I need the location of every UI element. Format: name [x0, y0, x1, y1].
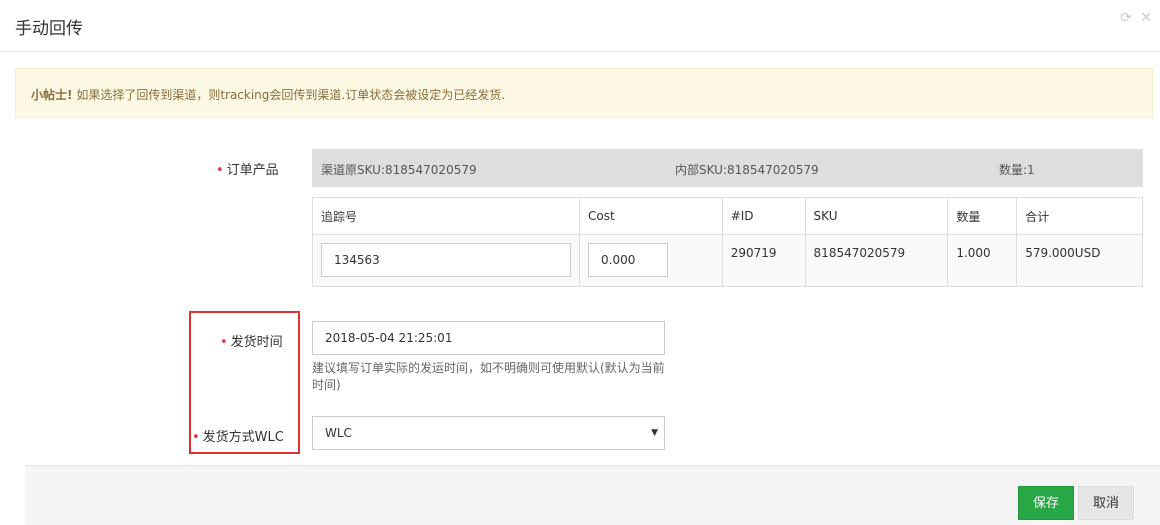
sku-quantity: 数量:1 [999, 163, 1035, 177]
sku-bar: 渠道原SKU:818547020579 内部SKU:818547020579 数… [312, 149, 1143, 187]
table-row: 134563 0.000 290719 818547020579 1.000 5… [312, 234, 1143, 287]
dialog-footer [25, 465, 1160, 525]
header-qty: 数量 [947, 197, 1018, 235]
highlight-box [189, 311, 300, 454]
header-id: #ID [721, 197, 806, 235]
tracking-cell: 134563 [312, 234, 580, 287]
tip-alert: 小帖士! 如果选择了回传到渠道，则tracking会回传到渠道.订单状态会被设定… [15, 68, 1153, 118]
ship-time-help: 建议填写订单实际的发运时间，如不明确则可使用默认(默认为当前时间) [312, 361, 665, 392]
qty-cell: 1.000 [947, 234, 1018, 287]
caret-down-icon: ▼ [651, 428, 658, 438]
save-button[interactable]: 保存 [1018, 486, 1074, 520]
ship-method-value: WLC [325, 426, 352, 440]
dialog-title: 手动回传 [15, 19, 83, 39]
items-table: 追踪号 Cost #ID SKU 数量 合计 134563 0.000 2907… [312, 197, 1143, 287]
refresh-icon[interactable]: ⟳ [1120, 10, 1132, 26]
ship-time-input[interactable]: 2018-05-04 21:25:01 [312, 321, 665, 355]
cancel-button[interactable]: 取消 [1078, 486, 1134, 520]
channel-sku: 渠道原SKU:818547020579 [321, 163, 477, 177]
required-mark: • [216, 163, 224, 178]
header-total: 合计 [1016, 197, 1143, 235]
cost-cell: 0.000 [579, 234, 723, 287]
id-cell: 290719 [721, 234, 806, 287]
close-icon[interactable]: ✕ [1140, 10, 1152, 26]
internal-sku: 内部SKU:818547020579 [675, 163, 819, 177]
tip-label: 小帖士! [31, 88, 73, 102]
cost-input[interactable]: 0.000 [588, 243, 668, 277]
tracking-number-input[interactable]: 134563 [321, 243, 571, 277]
table-header-row: 追踪号 Cost #ID SKU 数量 合计 [312, 197, 1143, 235]
total-cell: 579.000USD [1016, 234, 1143, 287]
manual-upload-dialog: 手动回传 ⟳ ✕ 小帖士! 如果选择了回传到渠道，则tracking会回传到渠道… [0, 0, 1160, 525]
header-tracking: 追踪号 [312, 197, 580, 235]
header-cost: Cost [579, 197, 723, 235]
header-sku: SKU [804, 197, 949, 235]
header-icons: ⟳ ✕ [1116, 10, 1152, 26]
order-product-label: • 订单产品 [216, 163, 279, 178]
sku-cell: 818547020579 [804, 234, 949, 287]
tip-message: 如果选择了回传到渠道，则tracking会回传到渠道.订单状态会被设定为已经发货… [76, 88, 506, 102]
dialog-header: 手动回传 ⟳ ✕ [0, 0, 1160, 52]
ship-method-select[interactable]: WLC ▼ [312, 416, 665, 450]
